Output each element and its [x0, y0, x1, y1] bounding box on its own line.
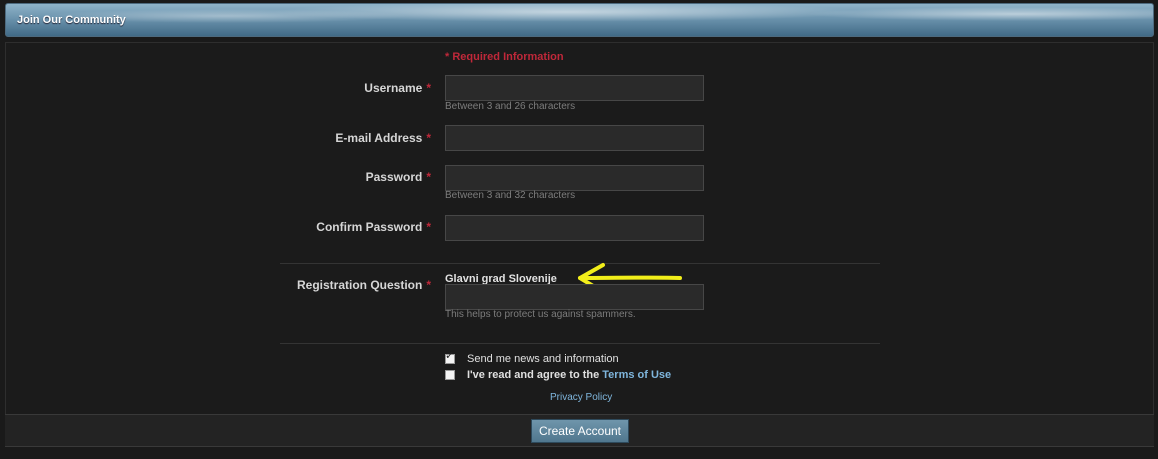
section-divider [280, 343, 880, 344]
email-label: E-mail Address * [335, 131, 431, 145]
registration-question-label: Registration Question * [297, 278, 431, 292]
privacy-policy-link[interactable]: Privacy Policy [550, 392, 612, 403]
registration-question-input[interactable] [445, 284, 704, 310]
page-header: Join Our Community [5, 3, 1154, 37]
registration-question-hint: This helps to protect us against spammer… [445, 309, 636, 320]
terms-checkbox-row: I've read and agree to the Terms of Use [445, 369, 671, 381]
confirm-password-input[interactable] [445, 215, 704, 241]
username-label-text: Username [364, 81, 423, 95]
password-label: Password * [366, 170, 431, 184]
registration-question-label-text: Registration Question [296, 278, 423, 292]
checkmark-icon: ✓ [445, 350, 455, 362]
email-input[interactable] [445, 125, 704, 151]
required-info-note: * Required Information [445, 51, 564, 63]
news-checkbox-label[interactable]: Send me news and information [467, 353, 619, 365]
confirm-password-label: Confirm Password * [316, 220, 431, 234]
email-label-text: E-mail Address [335, 131, 423, 145]
required-star: * [426, 278, 431, 292]
registration-panel [5, 42, 1154, 447]
username-label: Username * [364, 81, 431, 95]
news-checkbox[interactable]: ✓ [445, 350, 455, 364]
password-hint: Between 3 and 32 characters [445, 190, 576, 201]
news-checkbox-row: ✓ Send me news and information [445, 350, 619, 365]
required-star: * [426, 81, 431, 95]
terms-checkbox-label[interactable]: I've read and agree to the Terms of Use [467, 369, 671, 381]
password-label-text: Password [365, 170, 423, 184]
terms-of-use-link[interactable]: Terms of Use [602, 369, 671, 381]
header-title: Join Our Community [17, 14, 126, 26]
create-account-button[interactable]: Create Account [531, 419, 629, 443]
password-input[interactable] [445, 165, 704, 191]
confirm-password-label-text: Confirm Password [316, 220, 423, 234]
terms-prefix: I've read and agree to the [467, 369, 600, 381]
username-hint: Between 3 and 26 characters [445, 101, 576, 112]
required-star: * [426, 131, 431, 145]
username-input[interactable] [445, 75, 704, 101]
required-star: * [426, 170, 431, 184]
terms-checkbox[interactable] [445, 370, 455, 380]
required-star: * [426, 220, 431, 234]
